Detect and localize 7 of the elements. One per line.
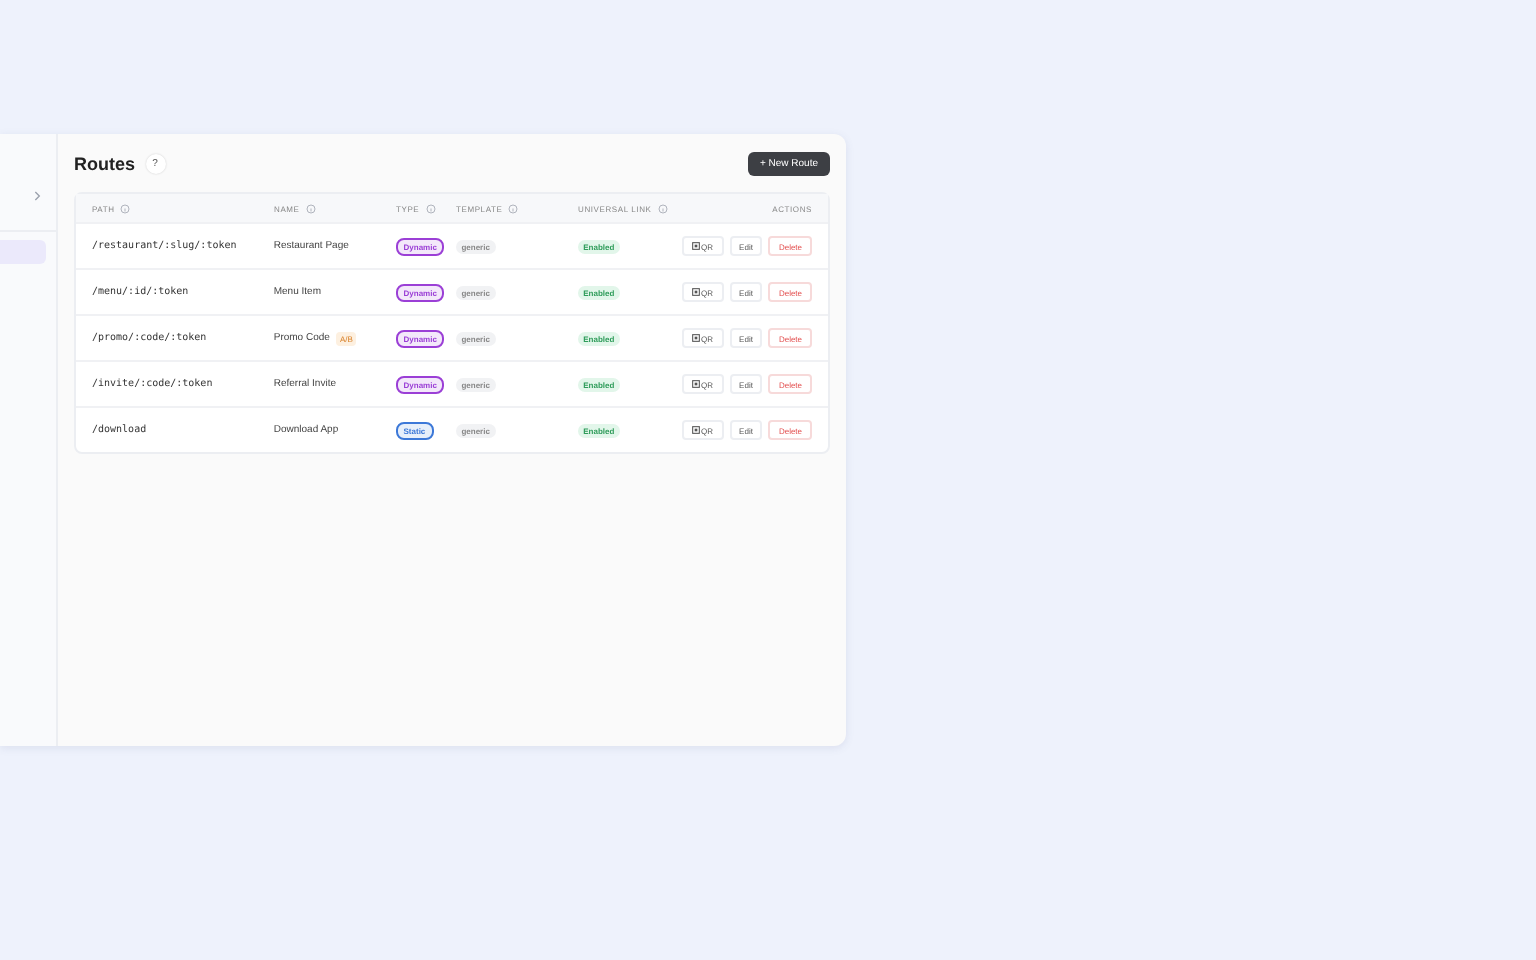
qr-icon [691,334,700,342]
qr-icon [691,288,700,296]
chevron-icon[interactable] [34,190,42,202]
qr-icon [691,380,700,388]
qr-icon [691,426,700,434]
qr-icon [691,242,700,250]
page-title: Routes [74,153,136,173]
